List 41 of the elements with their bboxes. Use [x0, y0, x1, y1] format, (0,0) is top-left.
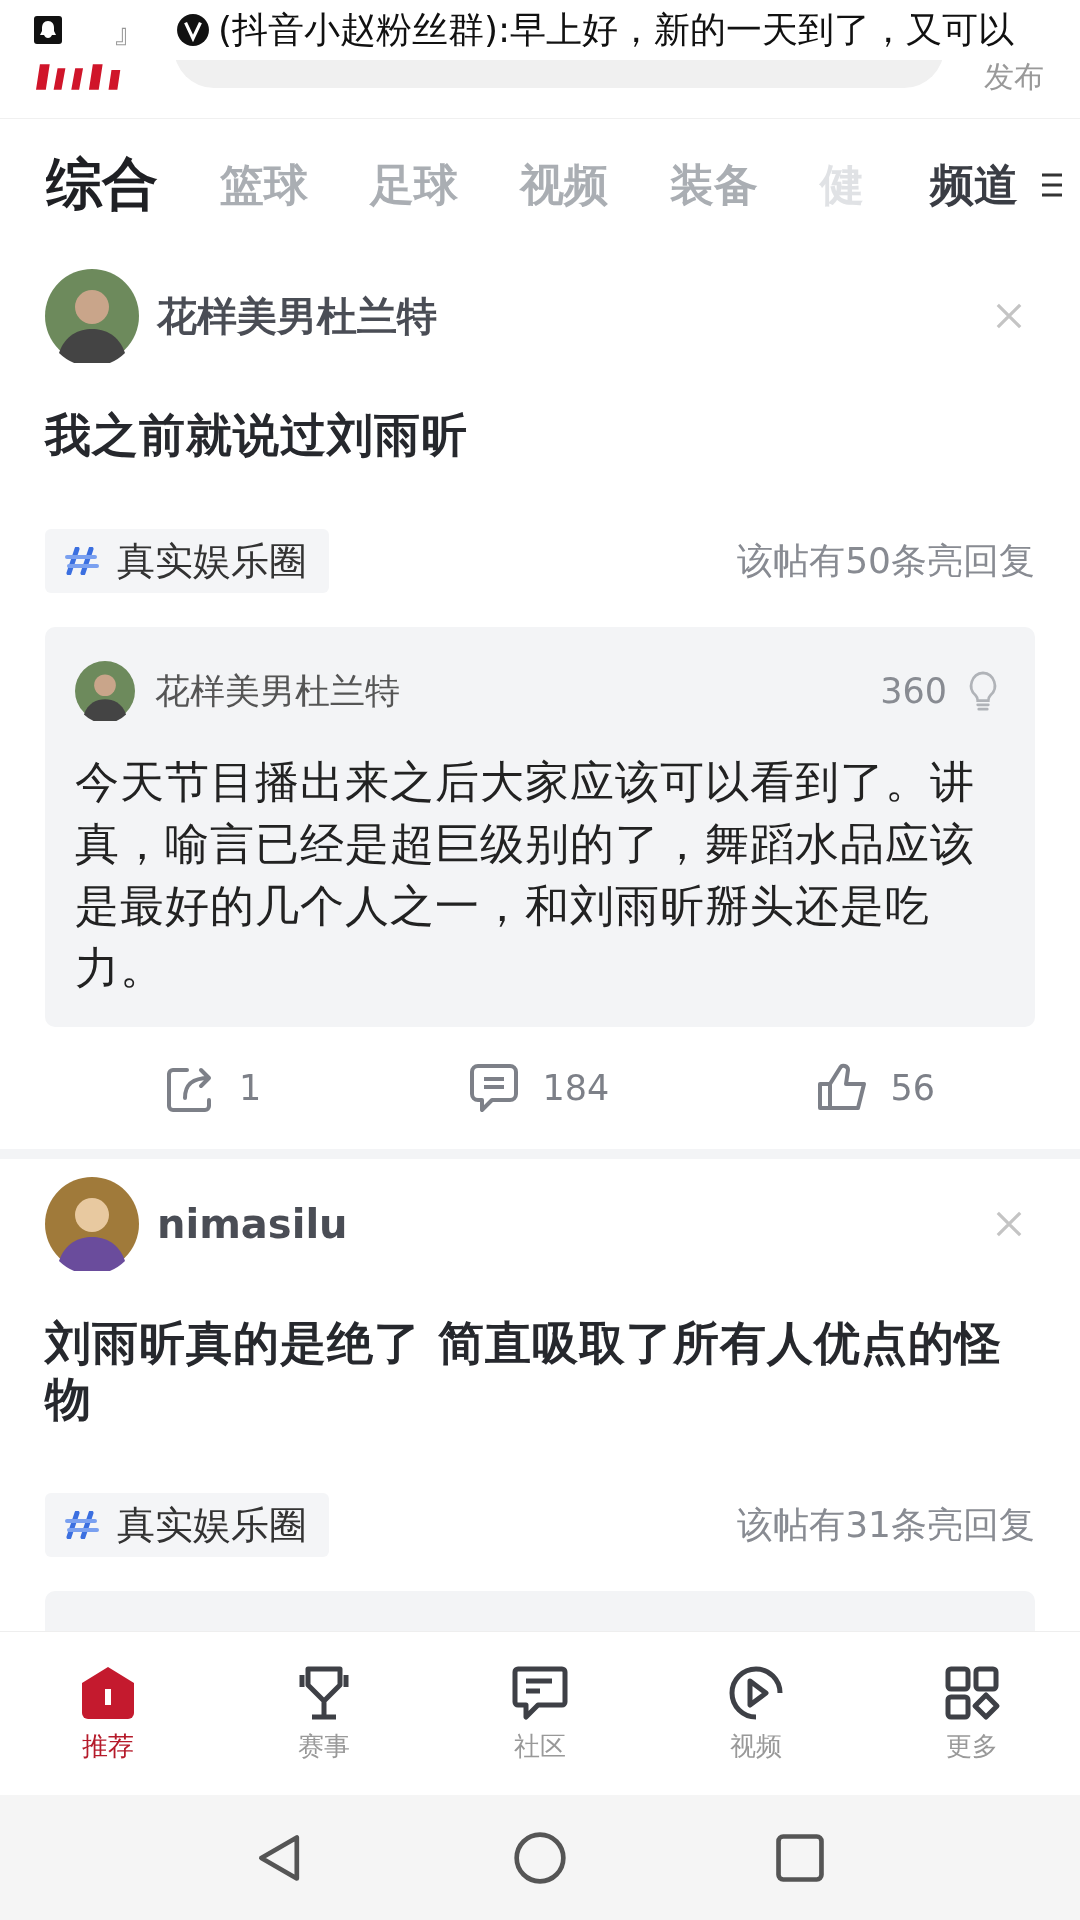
hash-icon: [65, 547, 99, 575]
tab[interactable]: 装备: [670, 155, 758, 215]
topic-tag[interactable]: 真实娱乐圈: [45, 529, 329, 593]
nav-tab[interactable]: 更多: [912, 1663, 1032, 1764]
topic-name: 真实娱乐圈: [117, 1501, 307, 1549]
menu-icon[interactable]: [1040, 171, 1064, 199]
username[interactable]: 花样美男杜兰特: [157, 288, 977, 344]
avatar[interactable]: [45, 1177, 139, 1271]
share-button[interactable]: 1: [165, 1062, 262, 1114]
post-title[interactable]: 我之前就说过刘雨昕: [45, 407, 1035, 463]
light-count: 360: [880, 671, 947, 711]
notification-text: (抖音小赵粉丝群):早上好，新的一天到了，又可以: [218, 7, 1015, 52]
username[interactable]: nimasilu: [157, 1201, 977, 1247]
home-button-icon[interactable]: [512, 1829, 568, 1886]
chat-app-icon: [32, 14, 64, 46]
tab[interactable]: 篮球: [220, 155, 308, 215]
hash-icon: [65, 1511, 99, 1539]
like-button[interactable]: 56: [816, 1062, 935, 1114]
avatar[interactable]: [75, 661, 135, 721]
comment-button[interactable]: 184: [468, 1062, 610, 1114]
nav-tab[interactable]: 推荐: [48, 1663, 168, 1764]
username[interactable]: 花样美男杜兰特: [155, 667, 861, 715]
reply-card[interactable]: 花样美男杜兰特 360 今天节目播出来之后大家应该可以看到了。讲真，喻言已经是超巨级别的了，舞蹈水品应该是最好的几个人之一，和刘雨昕掰头还是吃力。: [45, 627, 1035, 1027]
tab[interactable]: 综合: [46, 147, 158, 223]
tab[interactable]: 视频: [520, 155, 608, 215]
topic-name: 真实娱乐圈: [117, 537, 307, 585]
avatar[interactable]: [45, 269, 139, 363]
nav-tab[interactable]: 视频: [696, 1663, 816, 1764]
notification-text: 』: [112, 7, 148, 52]
comment-icon: [468, 1062, 521, 1114]
publish-button[interactable]: 发布: [984, 60, 1044, 98]
nav-tab[interactable]: 赛事: [264, 1663, 384, 1764]
tab[interactable]: 足球: [370, 155, 458, 215]
reply-count: 该帖有50条亮回复: [737, 538, 1035, 583]
post-title[interactable]: 刘雨昕真的是绝了 简直吸取了所有人优点的怪物: [45, 1315, 1035, 1427]
topic-tag[interactable]: 真实娱乐圈: [45, 1493, 329, 1557]
reply-text: 今天节目播出来之后大家应该可以看到了。讲真，喻言已经是超巨级别的了，舞蹈水品应该是最好的几个人之一，和刘雨昕掰头还是吃力。: [75, 755, 976, 995]
reply-count: 该帖有31条亮回复: [737, 1502, 1035, 1547]
channels-button[interactable]: 频道: [930, 155, 1018, 215]
nav-tab[interactable]: 社区: [480, 1663, 600, 1764]
v-badge-icon: [176, 13, 210, 47]
